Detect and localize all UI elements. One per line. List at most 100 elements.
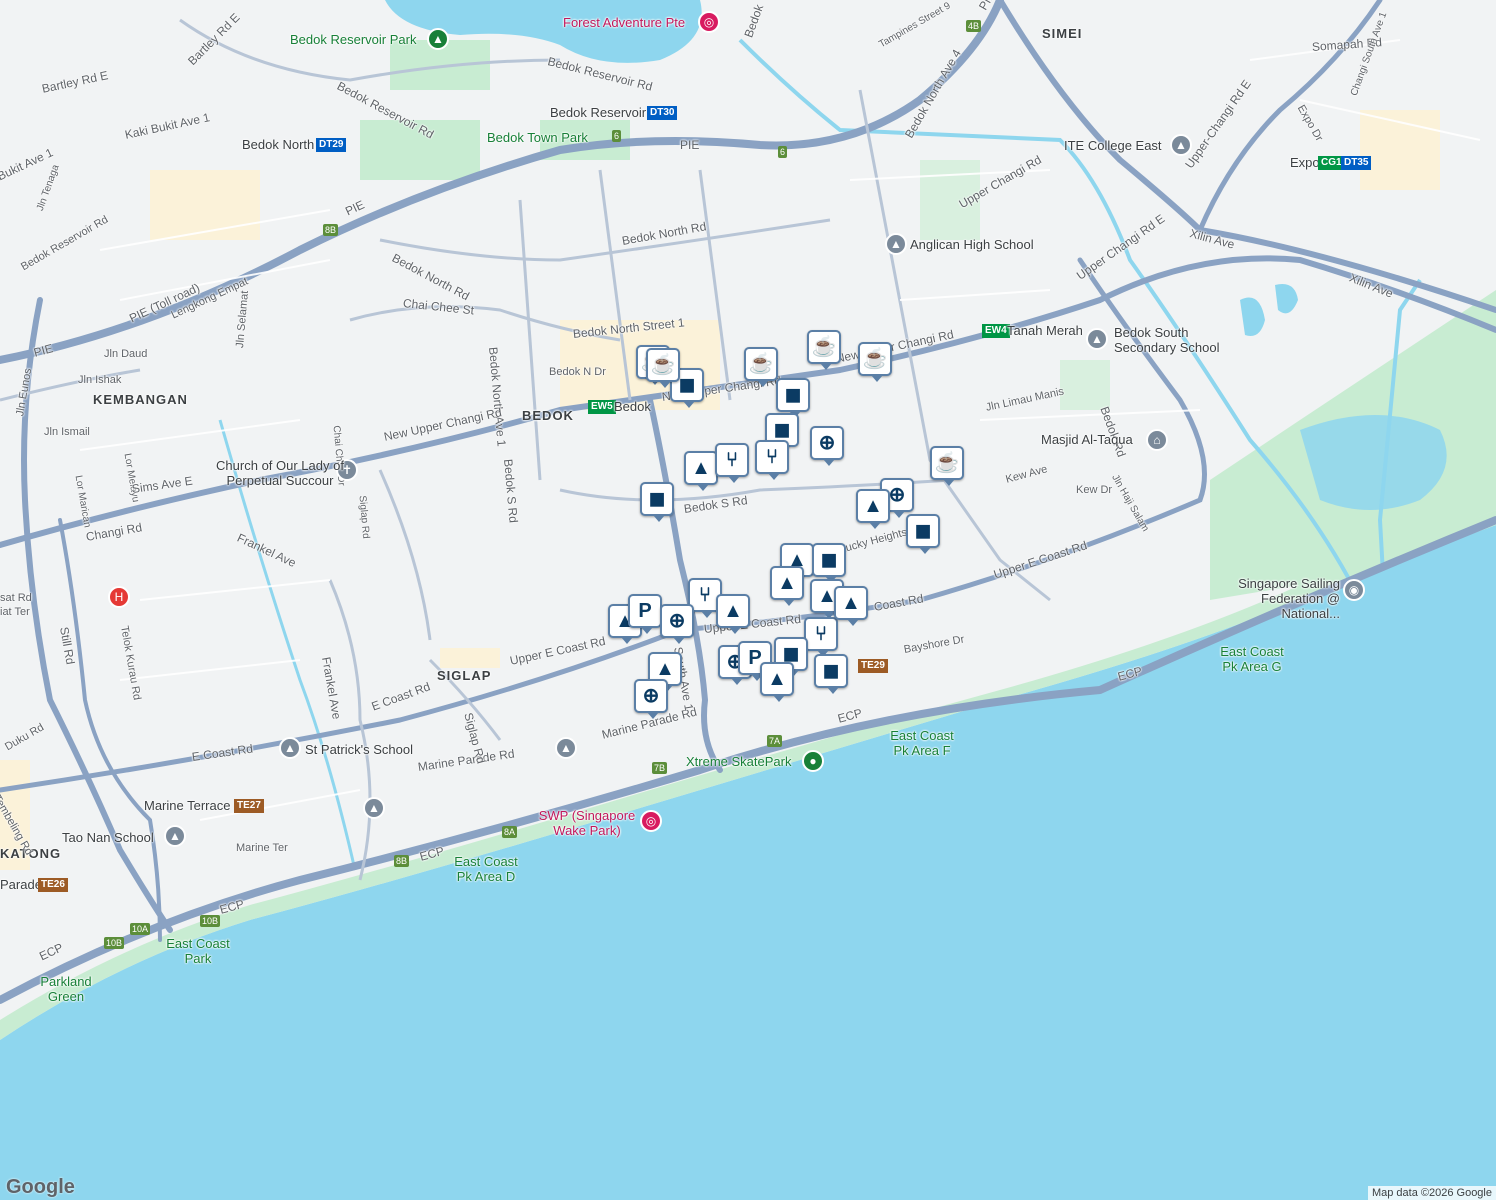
map-canvas[interactable]: KEMBANGAN BEDOK SIGLAP SIMEI KATONG Bart…: [0, 0, 1496, 1200]
map-pin-shop[interactable]: ◼: [814, 654, 848, 694]
map-pin-school[interactable]: ▲: [684, 451, 718, 491]
place-east-coast-park: East Coast Park: [166, 936, 230, 966]
map-pin-cart[interactable]: ⊕: [810, 426, 844, 466]
map-attribution: Map data ©2026 Google: [1367, 1186, 1496, 1200]
place-xtreme-skatepark[interactable]: Xtreme SkatePark: [686, 754, 792, 769]
map-pin-school[interactable]: ▲: [760, 662, 794, 702]
shopping-bag-icon: ◼: [648, 488, 666, 510]
map-pin-cafe[interactable]: ☕: [646, 348, 680, 388]
map-pin-school[interactable]: ▲: [716, 594, 750, 634]
place-ite-college[interactable]: ITE College East: [1064, 138, 1162, 153]
google-logo: Google: [6, 1176, 75, 1198]
map-pin-shop[interactable]: ◼: [906, 514, 940, 554]
station-bedok-north[interactable]: Bedok North: [242, 137, 314, 152]
exit-shield: 10A: [130, 923, 151, 935]
area-label-siglap: SIGLAP: [437, 668, 492, 683]
place-ecp-area-f: East Coast Pk Area F: [890, 728, 954, 758]
park-icon[interactable]: ●: [802, 750, 824, 772]
station-expo[interactable]: Expo: [1290, 155, 1320, 170]
school-icon[interactable]: ▲: [555, 737, 577, 759]
coffee-cup-icon: ☕: [650, 354, 676, 376]
road-label: Jln Ismail: [44, 426, 90, 438]
place-tao-nan[interactable]: Tao Nan School: [62, 830, 154, 845]
graduation-cap-icon: ▲: [777, 572, 797, 594]
place-masjid-al-taqua[interactable]: Masjid Al-Taqua: [1041, 432, 1133, 447]
place-forest-adventure[interactable]: Forest Adventure Pte: [563, 15, 685, 30]
parking-icon: P: [638, 600, 652, 622]
road-label: Kew Dr: [1076, 484, 1113, 496]
wake-park-icon[interactable]: ◎: [640, 810, 662, 832]
exit-shield: 8B: [394, 855, 410, 867]
graduation-cap-icon: ▲: [655, 658, 675, 680]
exit-shield: 6: [778, 146, 788, 158]
place-bedok-town-park[interactable]: Bedok Town Park: [487, 130, 588, 145]
map-pin-cart[interactable]: ⊕: [660, 604, 694, 644]
fork-knife-icon: ⑂: [766, 446, 778, 468]
graduation-cap-icon: ▲: [863, 495, 883, 517]
map-pin-shop[interactable]: ◼: [812, 543, 846, 583]
station-marine-parade[interactable]: Parade: [0, 877, 42, 892]
exit-shield: 8A: [502, 826, 518, 838]
place-sailing-federation[interactable]: Singapore Sailing Federation @ National.…: [1200, 576, 1340, 621]
place-bedok-reservoir-park[interactable]: Bedok Reservoir Park: [290, 32, 416, 47]
shopping-bag-icon: ◼: [820, 549, 838, 571]
graduation-cap-icon: ▲: [767, 668, 787, 690]
place-bedok-south-secondary[interactable]: Bedok South Secondary School: [1114, 325, 1234, 355]
sailing-icon[interactable]: ◉: [1343, 579, 1365, 601]
mosque-icon[interactable]: ⌂: [1146, 429, 1168, 451]
map-pin-school[interactable]: ▲: [834, 586, 868, 626]
map-pin-school[interactable]: ▲: [856, 489, 890, 529]
station-badge: DT29: [316, 138, 347, 152]
tree-icon[interactable]: ▲: [427, 28, 449, 50]
map-pin-cafe[interactable]: ☕: [858, 342, 892, 382]
fork-knife-icon: ⑂: [726, 449, 738, 471]
shopping-bag-icon: ◼: [914, 520, 932, 542]
map-pin-cafe[interactable]: ☕: [807, 330, 841, 370]
school-icon[interactable]: ▲: [363, 797, 385, 819]
map-pin-parking[interactable]: P: [628, 594, 662, 634]
school-icon[interactable]: ▲: [885, 233, 907, 255]
map-pin-cafe[interactable]: ☕: [930, 446, 964, 486]
school-icon[interactable]: ▲: [279, 737, 301, 759]
road-label: PIE: [680, 138, 700, 152]
shopping-cart-icon: ⊕: [888, 484, 906, 506]
school-icon[interactable]: ▲: [164, 825, 186, 847]
station-bedok-reservoir[interactable]: Bedok Reservoir: [550, 105, 646, 120]
map-pin-food[interactable]: ⑂: [755, 440, 789, 480]
exit-shield: 7A: [767, 735, 783, 747]
road-label: sat Rd: [0, 592, 32, 604]
map-pin-cafe[interactable]: ☕: [744, 347, 778, 387]
fork-knife-icon: ⑂: [815, 623, 827, 645]
coffee-cup-icon: ☕: [811, 336, 837, 358]
hospital-icon[interactable]: H: [108, 586, 130, 608]
map-pin-food[interactable]: ⑂: [715, 443, 749, 483]
shopping-bag-icon: ◼: [773, 419, 791, 441]
place-anglican-high-school[interactable]: Anglican High School: [910, 237, 1034, 252]
map-pin-food[interactable]: ⑂: [804, 617, 838, 657]
graduation-cap-icon: ▲: [841, 592, 861, 614]
exit-shield: 7B: [652, 762, 668, 774]
station-badge: DT35: [1341, 156, 1372, 170]
camera-icon[interactable]: ◎: [698, 11, 720, 33]
station-marine-terrace[interactable]: Marine Terrace: [144, 798, 230, 813]
place-st-patricks[interactable]: St Patrick's School: [305, 742, 413, 757]
map-pin-shop[interactable]: ◼: [776, 378, 810, 418]
road-label: Bedok N Dr: [549, 366, 606, 378]
road-label: iat Ter: [0, 606, 30, 618]
coffee-cup-icon: ☕: [934, 452, 960, 474]
place-swp[interactable]: SWP (Singapore Wake Park): [532, 808, 642, 838]
school-icon[interactable]: ▲: [1086, 328, 1108, 350]
school-icon[interactable]: ▲: [1170, 134, 1192, 156]
map-pin-cart[interactable]: ⊕: [634, 679, 668, 719]
map-pin-shop[interactable]: ◼: [640, 482, 674, 522]
area-label-kembangan: KEMBANGAN: [93, 392, 188, 407]
coffee-cup-icon: ☕: [862, 348, 888, 370]
area-label-simei: SIMEI: [1042, 26, 1083, 41]
graduation-cap-icon: ▲: [691, 457, 711, 479]
station-badge: EW4: [982, 324, 1010, 338]
map-pin-school[interactable]: ▲: [770, 566, 804, 606]
station-bedok[interactable]: Bedok: [614, 399, 651, 414]
station-tanah-merah[interactable]: Tanah Merah: [1007, 323, 1083, 338]
place-church[interactable]: Church of Our Lady of Perpetual Succour: [210, 458, 350, 488]
fork-knife-icon: ⑂: [699, 584, 711, 606]
